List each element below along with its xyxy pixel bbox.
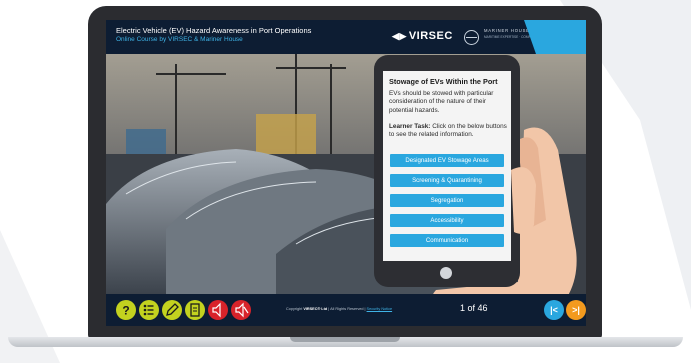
menu-button[interactable] bbox=[139, 300, 159, 320]
notes-button[interactable] bbox=[162, 300, 182, 320]
transcript-icon bbox=[190, 303, 200, 317]
page-indicator: 1 of 46 bbox=[460, 303, 488, 313]
course-screen: Electric Vehicle (EV) Hazard Awareness i… bbox=[106, 20, 586, 326]
pencil-icon bbox=[166, 303, 179, 316]
audio-on-icon bbox=[212, 302, 221, 318]
audio-off-button[interactable] bbox=[231, 300, 251, 320]
next-page-button[interactable]: >| bbox=[566, 300, 586, 320]
menu-list-icon bbox=[143, 304, 154, 316]
copyright-notice: Copyright VIRSEC® Ltd | All Rights Reser… bbox=[286, 307, 393, 311]
course-footer: ? Copyright VIRSEC® Ltd | All Rights Res… bbox=[106, 294, 586, 326]
help-icon: ? bbox=[122, 304, 129, 318]
svg-text:?: ? bbox=[122, 304, 129, 318]
thumb-illustration bbox=[511, 167, 536, 234]
audio-off-icon bbox=[235, 302, 249, 318]
help-button[interactable]: ? bbox=[116, 300, 136, 320]
transcript-button[interactable] bbox=[185, 300, 205, 320]
audio-on-button[interactable] bbox=[208, 300, 228, 320]
security-notice-link[interactable]: Security Notice bbox=[367, 307, 393, 311]
first-page-button[interactable]: |< bbox=[544, 300, 564, 320]
laptop-notch bbox=[290, 337, 400, 342]
next-page-icon: >| bbox=[572, 305, 580, 315]
first-page-icon: |< bbox=[550, 305, 558, 315]
